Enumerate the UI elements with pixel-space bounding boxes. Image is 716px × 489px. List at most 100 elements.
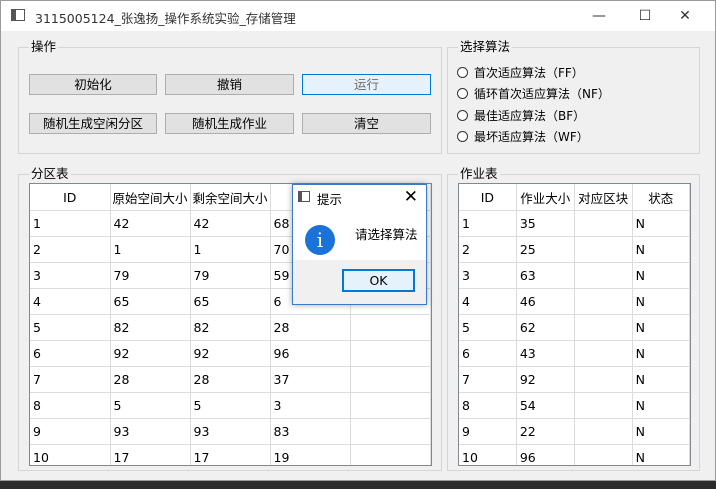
table-cell[interactable] — [350, 314, 431, 341]
table-cell[interactable] — [350, 340, 431, 367]
table-cell[interactable]: N — [632, 366, 690, 393]
table-cell[interactable]: 7 — [30, 366, 111, 393]
table-cell[interactable]: 63 — [516, 262, 575, 289]
table-cell[interactable]: 62 — [516, 314, 575, 341]
random-jobs-button[interactable]: 随机生成作业 — [165, 113, 294, 134]
table-cell[interactable]: 28 — [270, 314, 351, 341]
column-header[interactable]: 对应区块 — [574, 184, 633, 211]
table-cell[interactable]: N — [632, 262, 690, 289]
algorithm-option-nf[interactable]: 循环首次适应算法（NF） — [457, 85, 610, 103]
table-cell[interactable]: 83 — [270, 418, 351, 445]
table-cell[interactable]: 92 — [110, 340, 191, 367]
table-cell[interactable]: 92 — [516, 366, 575, 393]
table-cell[interactable]: 3 — [30, 262, 111, 289]
column-header[interactable]: ID — [30, 184, 111, 211]
table-cell[interactable]: 42 — [110, 210, 191, 237]
table-cell[interactable]: 17 — [190, 444, 271, 465]
table-cell[interactable] — [574, 418, 633, 445]
table-cell[interactable] — [350, 366, 431, 393]
table-cell[interactable]: 82 — [190, 314, 271, 341]
init-button[interactable]: 初始化 — [29, 74, 157, 95]
table-cell[interactable]: 42 — [190, 210, 271, 237]
clear-button[interactable]: 清空 — [302, 113, 431, 134]
table-cell[interactable] — [350, 418, 431, 445]
table-cell[interactable]: 79 — [190, 262, 271, 289]
table-cell[interactable]: 96 — [516, 444, 575, 465]
table-row[interactable]: 10 17 17 19 — [30, 444, 431, 465]
column-header[interactable]: ID — [459, 184, 517, 211]
table-row[interactable]: 9 22 N — [459, 418, 690, 445]
table-cell[interactable] — [574, 288, 633, 315]
table-cell[interactable] — [574, 340, 633, 367]
ok-button[interactable]: OK — [342, 269, 415, 292]
table-cell[interactable]: 1 — [190, 236, 271, 263]
run-button[interactable]: 运行 — [302, 74, 431, 95]
table-cell[interactable]: 5 — [110, 392, 191, 419]
table-row[interactable]: 8553 — [30, 392, 431, 419]
table-cell[interactable]: 8 — [459, 392, 517, 419]
table-cell[interactable]: 1 — [30, 210, 111, 237]
job-table[interactable]: ID 作业大小 对应区块 状态 1 35 N 2 25 N 3 63 N 4 46 N 5 62 N 6 43 N… — [458, 183, 691, 466]
table-cell[interactable]: N — [632, 444, 690, 465]
table-cell[interactable] — [574, 314, 633, 341]
table-cell[interactable]: 19 — [270, 444, 351, 465]
table-cell[interactable]: 96 — [270, 340, 351, 367]
table-cell[interactable]: 92 — [190, 340, 271, 367]
table-cell[interactable] — [574, 444, 633, 465]
table-cell[interactable]: 3 — [459, 262, 517, 289]
column-header[interactable]: 原始空间大小 — [110, 184, 191, 211]
table-cell[interactable]: 46 — [516, 288, 575, 315]
dialog-close-button[interactable]: ✕ — [404, 186, 418, 208]
table-row[interactable]: 10 96 N — [459, 444, 690, 465]
algorithm-option-ff[interactable]: 首次适应算法（FF） — [457, 64, 584, 82]
table-cell[interactable] — [350, 444, 431, 465]
table-cell[interactable]: 82 — [110, 314, 191, 341]
radio-button[interactable] — [457, 67, 468, 78]
table-cell[interactable]: N — [632, 340, 690, 367]
algorithm-option-wf[interactable]: 最坏适应算法（WF） — [457, 128, 589, 146]
minimize-button[interactable]: — — [576, 1, 622, 31]
table-cell[interactable]: 65 — [110, 288, 191, 315]
table-cell[interactable] — [574, 392, 633, 419]
column-header[interactable]: 剩余空间大小 — [190, 184, 271, 211]
table-row[interactable]: 3 63 N — [459, 262, 690, 289]
table-cell[interactable]: N — [632, 314, 690, 341]
table-cell[interactable]: 22 — [516, 418, 575, 445]
table-cell[interactable] — [574, 262, 633, 289]
table-cell[interactable]: 79 — [110, 262, 191, 289]
radio-button[interactable] — [457, 110, 468, 121]
table-cell[interactable]: 5 — [190, 392, 271, 419]
table-cell[interactable]: 6 — [30, 340, 111, 367]
table-cell[interactable]: 93 — [190, 418, 271, 445]
table-cell[interactable]: 28 — [190, 366, 271, 393]
algorithm-option-bf[interactable]: 最佳适应算法（BF） — [457, 107, 585, 125]
table-cell[interactable]: 5 — [30, 314, 111, 341]
table-cell[interactable]: 7 — [459, 366, 517, 393]
table-cell[interactable]: 9 — [459, 418, 517, 445]
table-cell[interactable]: 17 — [110, 444, 191, 465]
table-cell[interactable]: 35 — [516, 210, 575, 237]
close-button[interactable]: ✕ — [662, 1, 708, 31]
radio-button[interactable] — [457, 131, 468, 142]
table-cell[interactable]: 1 — [110, 236, 191, 263]
table-row[interactable]: 7 28 28 37 — [30, 366, 431, 393]
table-cell[interactable]: 5 — [459, 314, 517, 341]
table-cell[interactable]: N — [632, 418, 690, 445]
table-row[interactable]: 2 25 N — [459, 236, 690, 263]
table-cell[interactable]: 25 — [516, 236, 575, 263]
table-cell[interactable]: 65 — [190, 288, 271, 315]
table-cell[interactable]: 9 — [30, 418, 111, 445]
table-row[interactable]: 4 46 N — [459, 288, 690, 315]
table-cell[interactable]: N — [632, 236, 690, 263]
table-cell[interactable]: 3 — [270, 392, 351, 419]
table-row[interactable]: 6 43 N — [459, 340, 690, 367]
table-cell[interactable]: 2 — [30, 236, 111, 263]
table-row[interactable]: 1 35 N — [459, 210, 690, 237]
table-cell[interactable]: 10 — [30, 444, 111, 465]
table-cell[interactable]: 28 — [110, 366, 191, 393]
radio-button[interactable] — [457, 88, 468, 99]
table-cell[interactable]: 8 — [30, 392, 111, 419]
table-row[interactable]: 8 54 N — [459, 392, 690, 419]
table-cell[interactable]: 10 — [459, 444, 517, 465]
table-row[interactable]: 6 92 92 96 — [30, 340, 431, 367]
